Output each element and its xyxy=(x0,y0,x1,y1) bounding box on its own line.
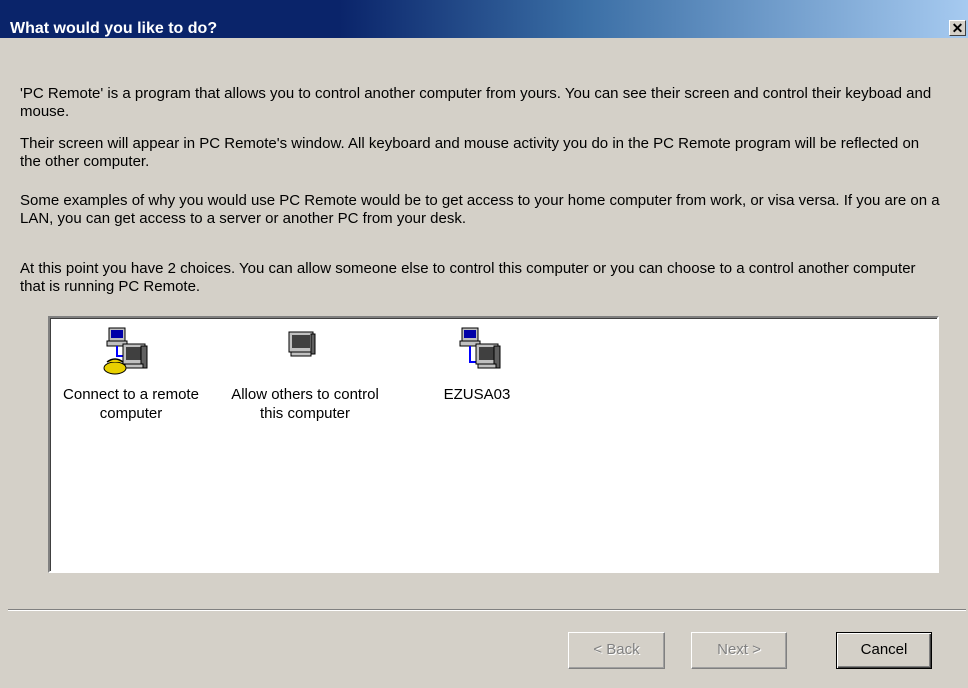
choice-allow-control-label: Allow others to control this computer xyxy=(231,386,379,422)
computer-monitor-icon xyxy=(288,331,316,357)
networked-computer-phone-icon xyxy=(103,327,148,375)
close-icon: ✕ xyxy=(951,20,964,36)
title-bar: What would you like to do? ✕ xyxy=(0,0,968,38)
choice-connect-remote-label: Connect to a remote computer xyxy=(63,386,199,422)
choice-ezusa03-label: EZUSA03 xyxy=(443,386,511,403)
next-button[interactable]: Next > xyxy=(691,632,787,669)
intro-paragraph: 'PC Remote' is a program that allows you… xyxy=(20,85,932,120)
back-button[interactable]: < Back xyxy=(568,632,665,669)
separator xyxy=(8,609,966,611)
choices-paragraph: At this point you have 2 choices. You ca… xyxy=(20,260,916,295)
screen-paragraph: Their screen will appear in PC Remote's … xyxy=(20,135,920,170)
networked-computers-icon xyxy=(459,327,501,369)
examples-paragraph: Some examples of why you would use PC Re… xyxy=(20,192,940,227)
close-button[interactable]: ✕ xyxy=(949,20,966,36)
cancel-button[interactable]: Cancel xyxy=(836,632,932,669)
window-title: What would you like to do? xyxy=(10,20,218,37)
choice-list[interactable]: Connect to a remote computer Allow other… xyxy=(48,316,939,573)
